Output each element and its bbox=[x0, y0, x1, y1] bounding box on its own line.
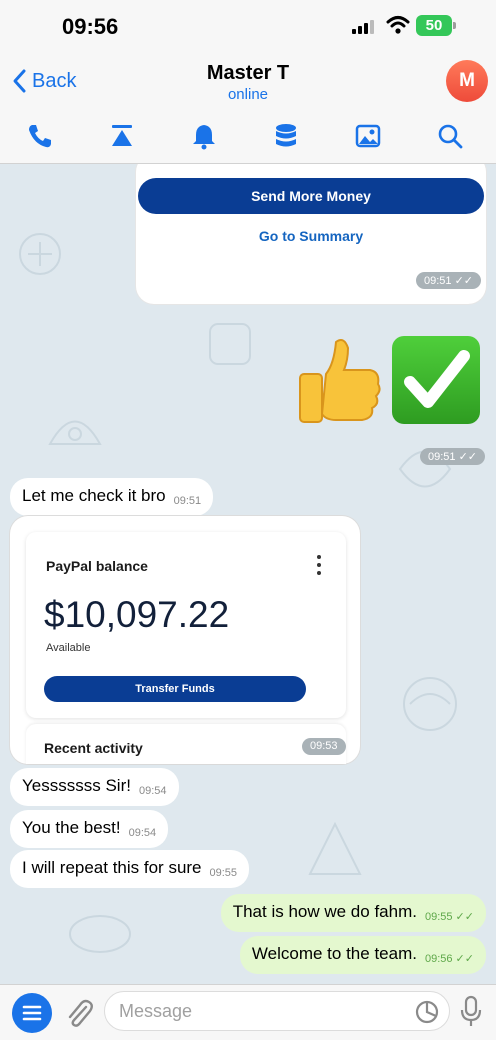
status-bar: 09:56 50 bbox=[0, 0, 496, 52]
paypal-screenshot-message[interactable]: PayPal balance $10,097.22 Available Tran… bbox=[10, 516, 360, 764]
message-text: Let me check it bro bbox=[22, 486, 166, 505]
menu-button[interactable] bbox=[12, 993, 52, 1033]
message-input[interactable] bbox=[104, 991, 450, 1031]
contact-status: online bbox=[227, 86, 269, 103]
message-time: 09:51 ✓✓ bbox=[416, 272, 482, 289]
avatar[interactable]: M bbox=[446, 60, 488, 102]
incoming-message[interactable]: Yesssssss Sir! 09:54 bbox=[10, 768, 179, 806]
paypal-title: PayPal balance bbox=[46, 558, 148, 574]
wifi-icon bbox=[386, 16, 410, 34]
chat-area[interactable]: Send More Money Go to Summary 09:51 ✓✓ 0… bbox=[0, 164, 496, 984]
bell-icon[interactable] bbox=[190, 122, 218, 150]
search-icon[interactable] bbox=[436, 122, 464, 150]
message-text: You the best! bbox=[22, 818, 121, 837]
thumbs-up-icon bbox=[299, 339, 381, 423]
recent-activity-card: Recent activity bbox=[26, 724, 346, 764]
transfer-funds-button: Transfer Funds bbox=[44, 676, 306, 702]
sticker-icon[interactable] bbox=[414, 999, 440, 1025]
paypal-balance-card: PayPal balance $10,097.22 Available Tran… bbox=[26, 532, 346, 718]
message-time: 09:56 ✓✓ bbox=[424, 953, 474, 965]
message-time: 09:54 bbox=[138, 785, 167, 797]
status-time: 09:56 bbox=[62, 14, 119, 39]
doodle-icon bbox=[48, 420, 102, 445]
doodle-icon bbox=[69, 915, 131, 953]
back-label: Back bbox=[32, 69, 77, 92]
phone-icon[interactable] bbox=[26, 122, 54, 150]
message-text: Yesssssss Sir! bbox=[22, 776, 131, 795]
doodle-icon bbox=[19, 233, 61, 275]
balance-available-label: Available bbox=[46, 642, 91, 654]
signal-icon bbox=[352, 18, 378, 34]
database-icon[interactable] bbox=[272, 122, 300, 150]
microphone-icon[interactable] bbox=[458, 995, 484, 1029]
message-text: Welcome to the team. bbox=[251, 944, 417, 963]
attach-icon[interactable] bbox=[64, 997, 94, 1029]
battery-indicator: 50 bbox=[416, 15, 452, 36]
message-time: 09:51 bbox=[173, 495, 202, 507]
doodle-icon bbox=[308, 821, 362, 875]
doodle-icon bbox=[209, 323, 251, 365]
outgoing-message[interactable]: Welcome to the team. 09:56 ✓✓ bbox=[239, 936, 486, 974]
chevron-left-icon bbox=[13, 69, 26, 93]
image-icon[interactable] bbox=[354, 122, 382, 150]
doodle-icon bbox=[398, 450, 452, 488]
message-time: 09:55 bbox=[209, 867, 238, 879]
incoming-message[interactable]: Let me check it bro 09:51 bbox=[10, 478, 214, 516]
pin-icon[interactable] bbox=[108, 122, 136, 150]
contact-name[interactable]: Master T bbox=[148, 62, 348, 85]
chat-header: Back Master T online M bbox=[0, 52, 496, 164]
balance-amount: $10,097.22 bbox=[44, 594, 230, 635]
message-composer bbox=[0, 984, 496, 1040]
menu-icon bbox=[22, 1005, 42, 1021]
go-to-summary-link[interactable]: Go to Summary bbox=[136, 228, 486, 244]
recent-activity-title: Recent activity bbox=[44, 740, 143, 756]
check-mark-icon bbox=[392, 336, 480, 424]
send-more-money-button[interactable]: Send More Money bbox=[138, 178, 484, 214]
payment-card-message: Send More Money Go to Summary 09:51 ✓✓ bbox=[136, 164, 486, 304]
more-vertical-icon bbox=[317, 555, 321, 575]
message-time: 09:54 bbox=[128, 827, 157, 839]
message-time: 09:55 ✓✓ bbox=[424, 911, 474, 923]
battery-cap bbox=[453, 22, 456, 29]
message-text: That is how we do fahm. bbox=[232, 902, 417, 921]
incoming-message[interactable]: You the best! 09:54 bbox=[10, 810, 169, 848]
outgoing-message[interactable]: That is how we do fahm. 09:55 ✓✓ bbox=[220, 894, 486, 932]
incoming-message[interactable]: I will repeat this for sure 09:55 bbox=[10, 850, 250, 888]
message-time: 09:53 bbox=[302, 738, 346, 755]
doodle-icon bbox=[403, 677, 457, 731]
message-text: I will repeat this for sure bbox=[22, 858, 202, 877]
message-time: 09:51 ✓✓ bbox=[420, 448, 486, 465]
back-button[interactable]: Back bbox=[8, 66, 76, 96]
